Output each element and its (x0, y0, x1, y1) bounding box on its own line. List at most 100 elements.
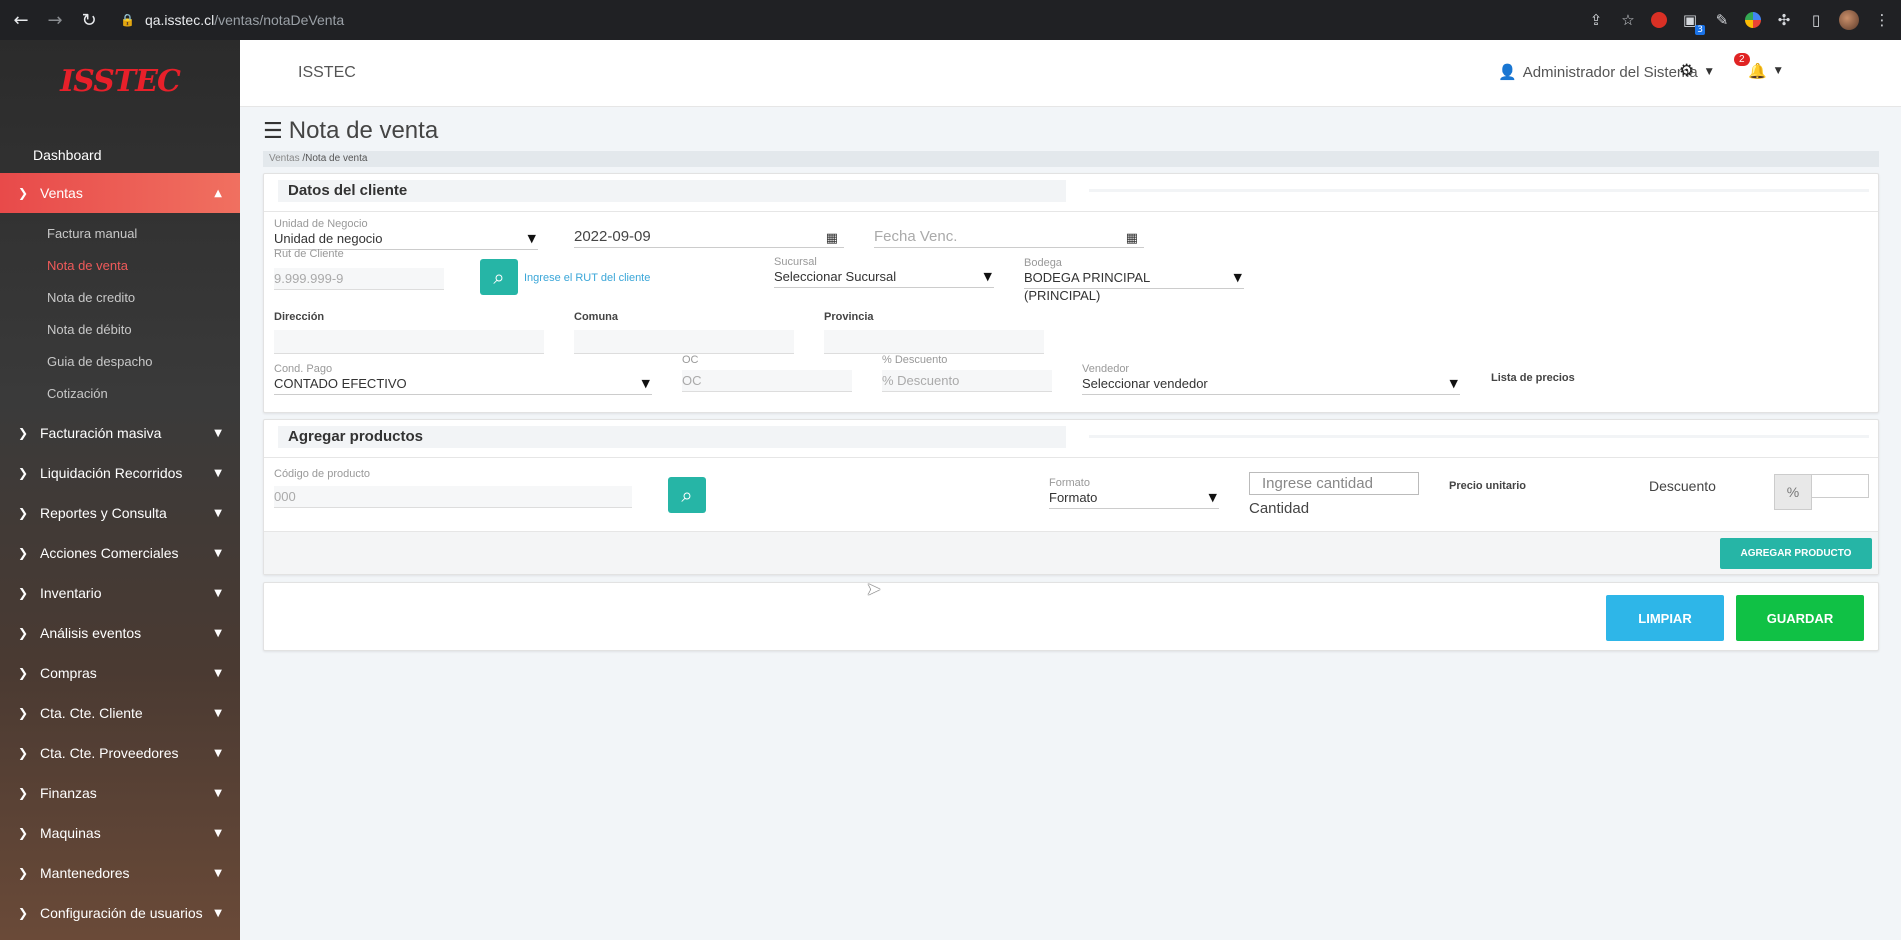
calendar-icon[interactable]: ▦ (826, 228, 838, 250)
actions-card: LIMPIAR GUARDAR (263, 582, 1879, 651)
dropdown-arrow-icon: ▼ (1449, 377, 1458, 390)
sidebar-section-maquinas[interactable]: ❯ Maquinas ▼ (0, 813, 240, 853)
sidebar-section-label: Cta. Cte. Proveedores (40, 745, 179, 761)
rut-input[interactable]: 9.999.999-9 (274, 268, 444, 290)
star-icon[interactable]: ☆ (1619, 11, 1637, 29)
sidebar-item-nota-de-credito[interactable]: Nota de credito (0, 281, 240, 313)
notification-badge: 2 (1734, 53, 1750, 66)
vendedor-select[interactable]: Seleccionar vendedor ▼ (1082, 375, 1460, 395)
breadcrumb: Ventas /Nota de venta (263, 151, 1879, 167)
sidebar-item-nota-de-debito[interactable]: Nota de débito (0, 313, 240, 345)
sidebar-section-label: Finanzas (40, 785, 97, 801)
provincia-field: Provincia (824, 311, 1044, 354)
bodega-select[interactable]: BODEGA PRINCIPAL (PRINCIPAL) ▼ (1024, 269, 1244, 303)
kebab-menu-icon[interactable]: ⋮ (1873, 11, 1891, 29)
extension-badge-icon[interactable]: ▣ 3 (1681, 11, 1705, 35)
descuento-producto-input[interactable] (1811, 474, 1869, 498)
sidebar-section-config-usuarios[interactable]: ❯ Configuración de usuarios ▼ (0, 893, 240, 933)
sidepanel-icon[interactable]: ▯ (1807, 11, 1825, 29)
rut-hint: Ingrese el RUT del cliente (524, 272, 651, 284)
producto-search-button[interactable]: ⌕ (668, 477, 706, 513)
productos-card-header: Agregar productos (264, 420, 1878, 458)
sidebar-section-finanzas[interactable]: ❯ Finanzas ▼ (0, 773, 240, 813)
codigo-producto-field: Código de producto 000 (274, 468, 632, 508)
chevron-down-icon: ▼ (214, 467, 222, 479)
fecha-value: 2022-09-09 (574, 228, 651, 245)
direccion-input[interactable] (274, 330, 544, 354)
sidebar-section-label: Maquinas (40, 825, 101, 841)
sidebar-item-dashboard[interactable]: Dashboard (0, 137, 240, 173)
fecha-venc-input[interactable]: Fecha Venc. ▦ (874, 226, 1144, 248)
sidebar-section-ventas[interactable]: ❯ Ventas ▲ (0, 173, 240, 213)
sidebar-section-compras[interactable]: ❯ Compras ▼ (0, 653, 240, 693)
breadcrumb-parent[interactable]: Ventas (269, 153, 300, 164)
page-title-text: Nota de venta (288, 117, 439, 144)
sidebar-section-cta-cliente[interactable]: ❯ Cta. Cte. Cliente ▼ (0, 693, 240, 733)
reload-icon[interactable]: ↻ (76, 7, 102, 33)
oc-input[interactable]: OC (682, 370, 852, 392)
cliente-card: Datos del cliente Unidad de Negocio Unid… (263, 173, 1879, 413)
profile-avatar[interactable] (1839, 10, 1859, 30)
codigo-producto-label: Código de producto (274, 468, 371, 480)
chevron-down-icon: ▼ (214, 547, 222, 559)
chevron-right-icon: ❯ (18, 746, 29, 760)
sidebar-item-nota-de-venta[interactable]: Nota de venta (0, 249, 240, 281)
sidebar-section-cta-proveedores[interactable]: ❯ Cta. Cte. Proveedores ▼ (0, 733, 240, 773)
app-title: ISSTEC (298, 64, 356, 81)
calendar-icon[interactable]: ▦ (1126, 228, 1138, 250)
oc-label: OC (682, 354, 699, 366)
lista-precios-label: Lista de precios (1491, 372, 1575, 384)
puzzle-icon[interactable]: ✣ (1775, 11, 1793, 29)
unidad-negocio-label: Unidad de Negocio (274, 218, 368, 230)
comuna-label: Comuna (574, 311, 618, 323)
forward-arrow-icon[interactable]: → (42, 7, 68, 33)
fecha-venc-field[interactable]: Fecha Venc. ▦ (874, 226, 1144, 248)
sidebar-section-acciones[interactable]: ❯ Acciones Comerciales ▼ (0, 533, 240, 573)
extension-red-icon[interactable] (1651, 12, 1667, 28)
back-arrow-icon[interactable]: ← (8, 7, 34, 33)
address-bar[interactable]: 🔒 qa.isstec.cl/ventas/notaDeVenta (120, 12, 344, 28)
fecha-input[interactable]: 2022-09-09 ▦ (574, 226, 844, 248)
share-icon[interactable]: ⇪ (1587, 11, 1605, 29)
chevron-right-icon: ❯ (18, 466, 29, 480)
descuento-placeholder: % Descuento (882, 373, 960, 388)
pen-extension-icon[interactable]: ✎ (1713, 11, 1731, 29)
unidad-negocio-select[interactable]: Unidad de negocio ▼ (274, 230, 538, 250)
sidebar-section-inventario[interactable]: ❯ Inventario ▼ (0, 573, 240, 613)
cond-pago-value: CONTADO EFECTIVO (274, 376, 407, 391)
guardar-button[interactable]: GUARDAR (1736, 595, 1864, 641)
cliente-card-title: Datos del cliente (278, 180, 1066, 202)
cantidad-input[interactable]: Ingrese cantidad (1249, 472, 1419, 495)
sidebar-item-cotizacion[interactable]: Cotización (0, 377, 240, 409)
formato-select[interactable]: Formato ▼ (1049, 489, 1219, 509)
chevron-right-icon: ❯ (18, 506, 29, 520)
limpiar-button[interactable]: LIMPIAR (1606, 595, 1724, 641)
chevron-right-icon: ❯ (18, 586, 29, 600)
agregar-producto-button[interactable]: AGREGAR PRODUCTO (1720, 538, 1872, 569)
extension-badge-count: 3 (1695, 25, 1705, 35)
dropdown-arrow-icon: ▼ (527, 232, 536, 245)
sidebar-section-liquidacion[interactable]: ❯ Liquidación Recorridos ▼ (0, 453, 240, 493)
provincia-input[interactable] (824, 330, 1044, 354)
sidebar-section-facturacion-masiva[interactable]: ❯ Facturación masiva ▼ (0, 413, 240, 453)
sidebar-section-analisis[interactable]: ❯ Análisis eventos ▼ (0, 613, 240, 653)
sidebar-section-label: Liquidación Recorridos (40, 465, 183, 481)
fecha-field[interactable]: 2022-09-09 ▦ (574, 226, 844, 248)
sidebar-section-reportes[interactable]: ❯ Reportes y Consulta ▼ (0, 493, 240, 533)
notifications-menu[interactable]: 2 🔔 ▼ (1734, 53, 1782, 80)
cond-pago-select[interactable]: CONTADO EFECTIVO ▼ (274, 375, 652, 395)
extension-color-icon[interactable] (1745, 12, 1761, 28)
descuento-field: % Descuento % Descuento (882, 354, 1052, 392)
sidebar-item-guia-de-despacho[interactable]: Guia de despacho (0, 345, 240, 377)
gear-icon[interactable]: ⚙ (1679, 61, 1694, 81)
logo-area[interactable]: ISSTEC (0, 40, 240, 123)
descuento-input[interactable]: % Descuento (882, 370, 1052, 392)
sidebar-item-factura-manual[interactable]: Factura manual (0, 217, 240, 249)
rut-search-button[interactable]: ⌕ (480, 259, 518, 295)
sidebar-section-mantenedores[interactable]: ❯ Mantenedores ▼ (0, 853, 240, 893)
comuna-input[interactable] (574, 330, 794, 354)
chevron-right-icon: ❯ (18, 906, 29, 920)
codigo-producto-input[interactable]: 000 (274, 486, 632, 508)
sucursal-select[interactable]: Seleccionar Sucursal ▼ (774, 268, 994, 288)
mouse-cursor-icon: ➤ (866, 579, 882, 600)
